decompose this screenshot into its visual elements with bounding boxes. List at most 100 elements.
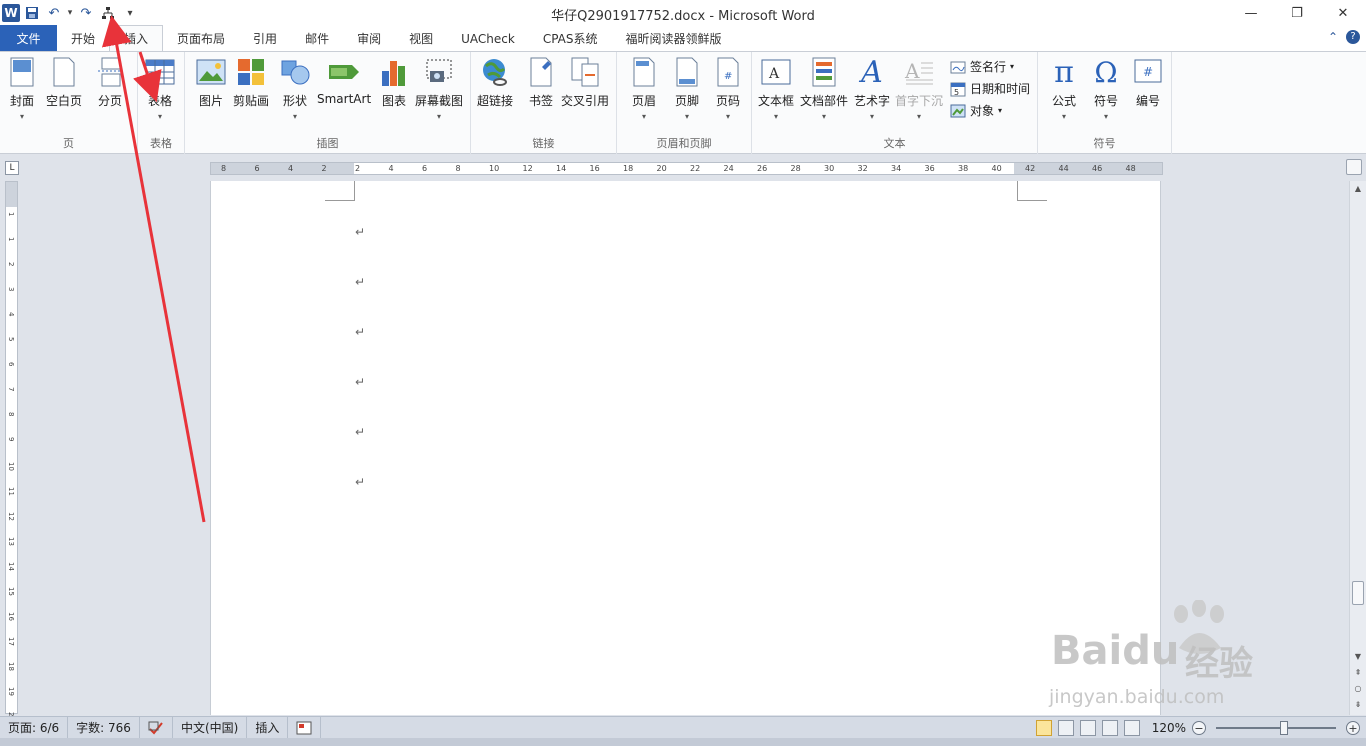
draft-view-icon[interactable] [1123,720,1140,736]
wordart-button[interactable]: A 艺术字 ▾ [854,55,890,122]
zoom-level[interactable]: 120% [1152,721,1186,735]
svg-text:#: # [1143,65,1153,79]
tab-cpas[interactable]: CPAS系统 [529,26,612,51]
print-layout-view-icon[interactable] [1035,720,1052,736]
page-number-icon: # [712,56,744,88]
hyperlink-button[interactable]: 超链接 [477,56,513,109]
tab-mailings[interactable]: 邮件 [291,26,343,51]
view-ruler-icon[interactable] [1346,159,1362,175]
ruler-row: L 8 6 4 2 2 4 6 8 10 12 14 16 18 20 22 24 26 28 30 32 34 36 38… [0,155,1366,181]
tab-file[interactable]: 文件 [0,25,57,51]
save-icon[interactable] [22,3,42,23]
outline-view-icon[interactable] [1101,720,1118,736]
language[interactable]: 中文(中国) [173,716,248,739]
number-button[interactable]: # 编号 [1132,56,1164,109]
paragraph-mark[interactable]: ↵ [355,375,365,389]
redo-icon[interactable]: ↷ [76,3,96,23]
document-page[interactable]: ↵ ↵ ↵ ↵ ↵ ↵ [210,181,1161,715]
footer-button[interactable]: 页脚 ▾ [671,56,703,121]
customize-qat-icon[interactable]: ▾ [120,3,140,23]
page-count[interactable]: 页面: 6/6 [0,716,69,739]
scroll-up-icon[interactable]: ▲ [1350,181,1366,195]
object-button[interactable]: 对象 ▾ [950,102,1002,119]
restore-button[interactable]: ❐ [1274,0,1320,26]
tree-structure-icon[interactable] [98,3,118,23]
collapse-ribbon-icon[interactable]: ⌃ [1328,30,1338,44]
cross-reference-button[interactable]: 交叉引用 [561,56,609,109]
svg-text:A: A [904,59,920,83]
clipart-button[interactable]: 剪贴画 [233,56,269,109]
tab-insert[interactable]: 插入 [109,25,164,51]
undo-dropdown-icon[interactable]: ▾ [66,3,74,23]
blank-page-button[interactable]: 空白页 [46,56,82,109]
cover-page-button[interactable]: 封面 ▾ [6,56,38,121]
quick-parts-button[interactable]: 文档部件 ▾ [800,56,848,121]
zoom-slider[interactable] [1216,721,1336,735]
word-logo-icon[interactable]: W [2,4,20,22]
baidu-jingyan-watermark: Baidu 经验 jingyan.baidu.com [1045,600,1295,710]
help-icon[interactable]: ? [1346,30,1360,44]
shapes-button[interactable]: 形状 ▾ [279,56,311,121]
tab-review[interactable]: 审阅 [343,26,395,51]
vertical-ruler[interactable]: 11234567891011121314151617181920 [5,181,18,721]
paragraph-mark[interactable]: ↵ [355,425,365,439]
tab-selector[interactable]: L [5,161,19,175]
tab-view[interactable]: 视图 [395,26,447,51]
equation-button[interactable]: π 公式 ▾ [1048,55,1080,122]
full-screen-reading-icon[interactable] [1057,720,1074,736]
tab-references[interactable]: 引用 [239,26,291,51]
proofing-icon[interactable] [140,716,173,739]
ruler-number: 13 [7,537,15,546]
horizontal-ruler[interactable]: 8 6 4 2 2 4 6 8 10 12 14 16 18 20 22 24 26 28 30 32 34 36 38 40… [210,162,1163,175]
next-page-icon[interactable]: ⇟ [1350,697,1366,711]
symbol-button[interactable]: Ω 符号 ▾ [1090,56,1122,122]
ruler-number: 36 [924,164,935,173]
scroll-thumb[interactable] [1352,581,1364,605]
ribbon-tabs: 文件 开始 插入 页面布局 引用 邮件 审阅 视图 UACheck CPAS系统… [0,25,1366,52]
header-button[interactable]: 页眉 ▾ [628,56,660,121]
picture-button[interactable]: 图片 [195,56,227,109]
signature-icon [950,59,966,75]
tab-foxit[interactable]: 福昕阅读器领鲜版 [612,26,736,51]
ruler-number: 8 [455,164,461,173]
zoom-out-button[interactable]: − [1192,721,1206,735]
tab-home[interactable]: 开始 [57,26,109,51]
smartart-button[interactable]: SmartArt [317,56,371,106]
ruler-number: 6 [422,164,428,173]
insert-mode[interactable]: 插入 [247,716,289,739]
ruler-number: 38 [958,164,969,173]
tab-uacheck[interactable]: UACheck [447,26,529,51]
ruler-number: 17 [7,637,15,646]
window-title: 华仔Q2901917752.docx - Microsoft Word [551,9,815,24]
bookmark-button[interactable]: 书签 [525,56,557,109]
word-count[interactable]: 字数: 766 [68,716,140,739]
zoom-in-button[interactable]: + [1346,721,1360,735]
close-button[interactable]: ✕ [1320,0,1366,26]
prev-page-icon[interactable]: ⇞ [1350,665,1366,679]
paragraph-mark[interactable]: ↵ [355,325,365,339]
vertical-scrollbar[interactable]: ▲ ▼ ⇞ ○ ⇟ [1349,181,1366,715]
macro-record-icon[interactable] [288,716,322,739]
dropcap-button[interactable]: A 首字下沉 ▾ [895,56,943,121]
ruler-number: 26 [757,164,768,173]
minimize-button[interactable]: — [1228,0,1274,26]
signature-line-button[interactable]: 签名行 ▾ [950,58,1014,75]
scroll-down-icon[interactable]: ▼ [1350,649,1366,663]
screenshot-button[interactable]: 屏幕截图 ▾ [415,56,463,121]
browse-object-icon[interactable]: ○ [1350,681,1366,695]
paragraph-mark[interactable]: ↵ [355,275,365,289]
table-button[interactable]: 表格 ▾ [144,56,176,121]
textbox-button[interactable]: A 文本框 ▾ [758,56,794,121]
page-number-button[interactable]: # 页码 ▾ [712,56,744,121]
paragraph-mark[interactable]: ↵ [355,475,365,489]
date-time-button[interactable]: 5 日期和时间 [950,80,1030,97]
web-layout-icon[interactable] [1079,720,1096,736]
page-break-button[interactable]: 分页 [94,56,126,109]
tab-page-layout[interactable]: 页面布局 [163,26,239,51]
chart-button[interactable]: 图表 [378,56,410,109]
zoom-slider-thumb[interactable] [1280,721,1288,735]
undo-icon[interactable]: ↶ [44,3,64,23]
paragraph-mark[interactable]: ↵ [355,225,365,239]
ruler-number: 32 [857,164,868,173]
ruler-number: 12 [7,512,15,521]
